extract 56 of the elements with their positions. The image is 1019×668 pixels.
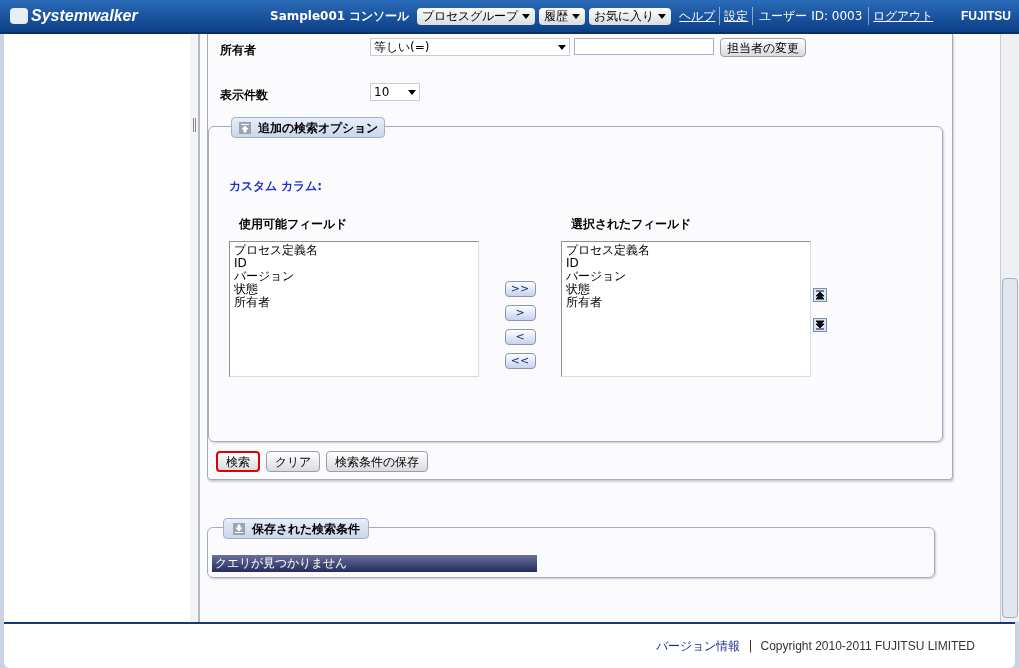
user-id: ユーザー ID: 0003 <box>752 7 870 25</box>
list-item[interactable]: ID <box>234 257 474 270</box>
collapse-up-icon <box>238 120 252 135</box>
list-item[interactable]: バージョン <box>566 270 806 283</box>
field-label: 所有者 <box>220 42 257 59</box>
caret-icon <box>558 44 566 50</box>
caret-icon <box>572 13 581 19</box>
field-label: 表示件数 <box>220 87 269 104</box>
version-info-link[interactable]: バージョン情報 <box>656 637 741 655</box>
menu-dropdown[interactable]: プロセスグループ <box>417 7 536 25</box>
saved-queries-legend[interactable]: 保存された検索条件 <box>223 518 369 539</box>
menu-dropdown[interactable]: 履歴 <box>539 7 586 25</box>
separator: | <box>748 638 753 655</box>
splitter-grip-icon[interactable] <box>192 118 196 132</box>
empty-message: クエリが見つかりません <box>212 555 537 572</box>
list-item[interactable]: 所有者 <box>566 296 806 309</box>
list-item[interactable]: ID <box>566 257 806 270</box>
logo: Systemwalker <box>31 6 138 26</box>
header-link[interactable]: 設定 <box>719 7 753 25</box>
change-owner-button[interactable]: 担当者の変更 <box>720 38 806 57</box>
dropdown[interactable]: 10 <box>370 83 420 101</box>
list-heading: 使用可能フィールド <box>238 216 348 233</box>
list-item[interactable]: バージョン <box>234 270 474 283</box>
field-list[interactable]: プロセス定義名 ID バージョン 状態 所有者 <box>561 241 811 377</box>
list-item[interactable]: 状態 <box>234 283 474 296</box>
transfer-button[interactable]: > <box>504 305 536 321</box>
dropdown[interactable]: 等しい(=) <box>370 38 570 56</box>
list-item[interactable]: 状態 <box>566 283 806 296</box>
text-input[interactable] <box>574 38 714 55</box>
menu-dropdown[interactable]: お気に入り <box>589 7 672 25</box>
custom-columns-label: カスタム カラム: <box>229 178 323 195</box>
brand-logo: FUJITSU <box>961 8 1011 25</box>
field-list[interactable]: プロセス定義名 ID バージョン 状態 所有者 <box>229 241 479 377</box>
transfer-button[interactable]: << <box>504 353 536 369</box>
caret-icon <box>522 13 531 19</box>
logout-link[interactable]: ログアウト <box>869 7 938 25</box>
console-title: Sample001 コンソール <box>270 8 410 25</box>
move-bottom-icon[interactable] <box>813 318 827 332</box>
move-top-icon[interactable] <box>813 288 827 302</box>
list-item[interactable]: プロセス定義名 <box>234 244 474 257</box>
action-button[interactable]: クリア <box>266 451 320 472</box>
download-icon <box>232 521 246 536</box>
caret-icon <box>658 13 667 19</box>
transfer-button[interactable]: < <box>504 329 536 345</box>
action-button[interactable]: 検索 <box>216 451 260 472</box>
transfer-button[interactable]: >> <box>504 281 536 297</box>
copyright: Copyright 2010-2011 FUJITSU LIMITED <box>760 638 975 655</box>
header-link[interactable]: ヘルプ <box>675 7 720 25</box>
scrollbar[interactable] <box>1000 34 1019 622</box>
list-item[interactable]: 所有者 <box>234 296 474 309</box>
options-legend[interactable]: 追加の検索オプション <box>231 117 385 138</box>
list-heading: 選択されたフィールド <box>570 216 692 233</box>
logo-mark-icon <box>10 8 28 24</box>
caret-icon <box>408 89 416 95</box>
list-item[interactable]: プロセス定義名 <box>566 244 806 257</box>
action-button[interactable]: 検索条件の保存 <box>326 451 428 472</box>
